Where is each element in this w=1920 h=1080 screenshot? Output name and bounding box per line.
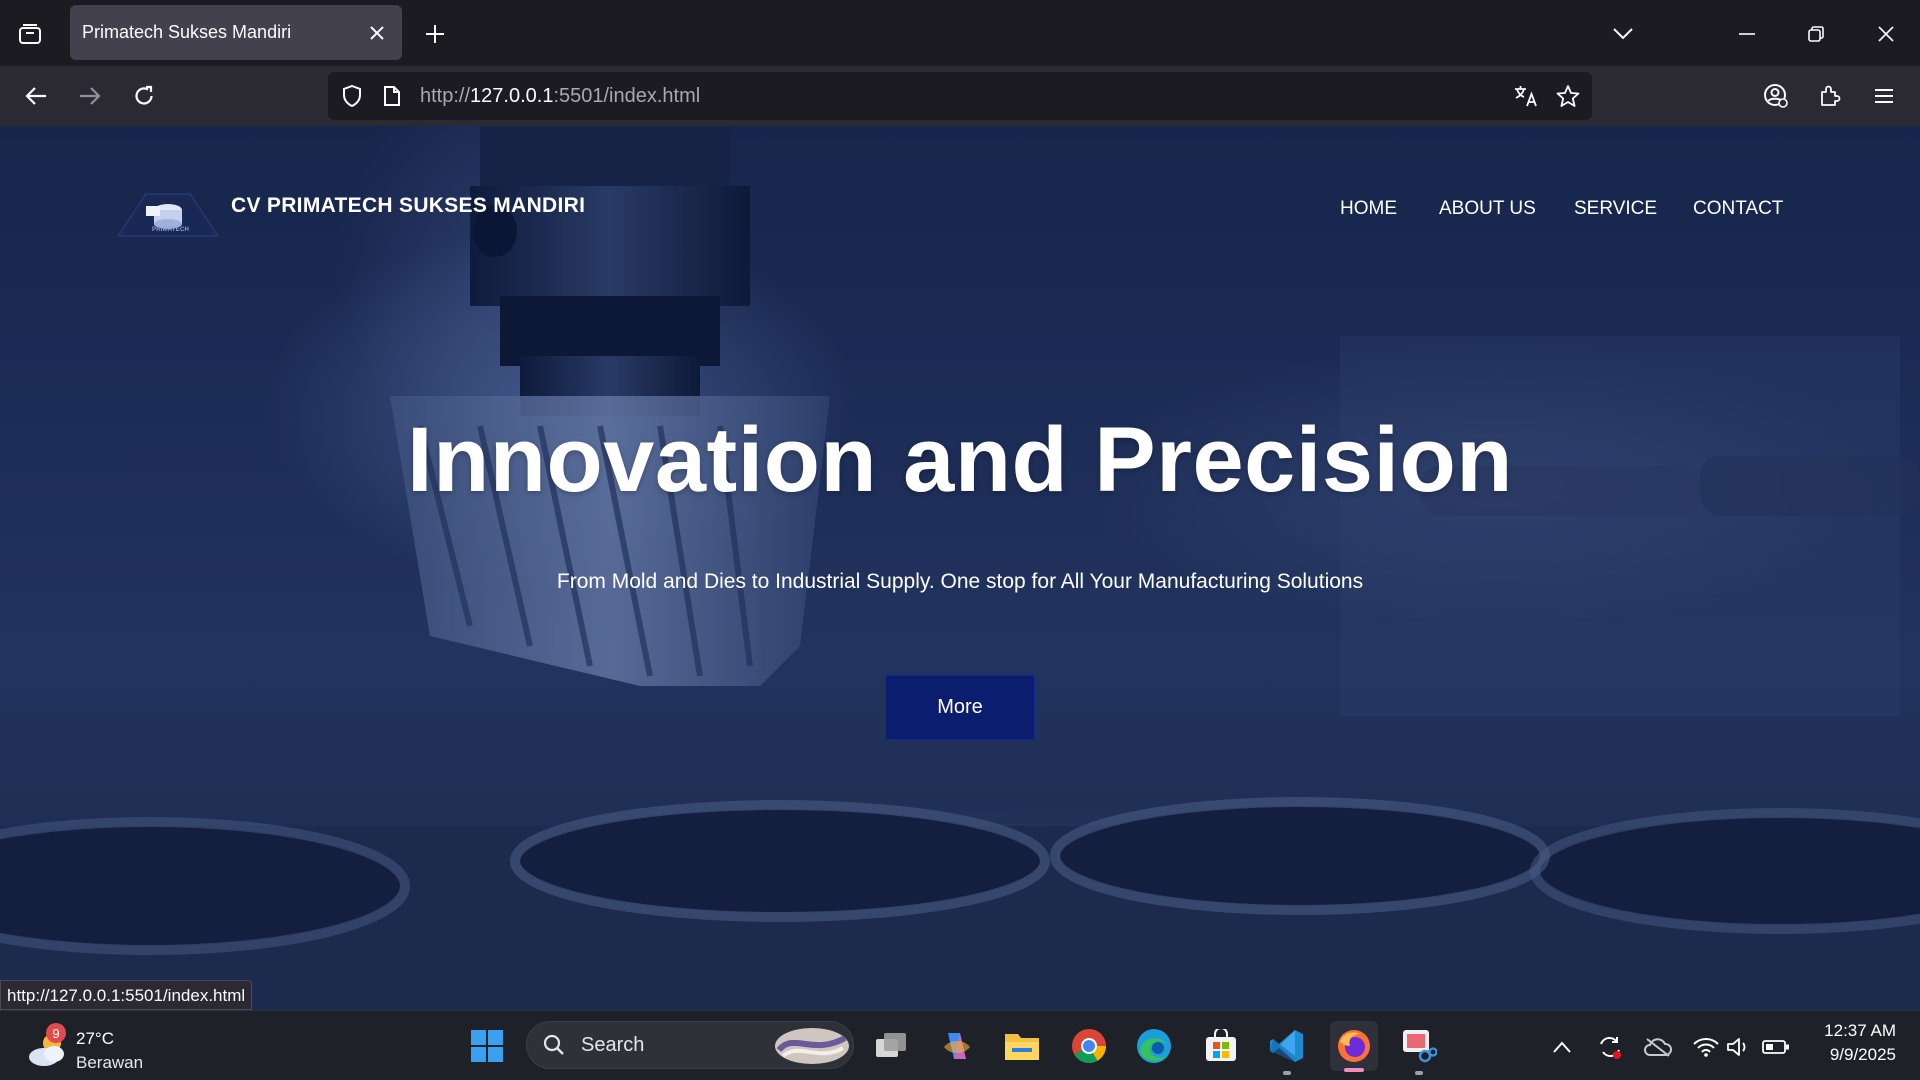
weather-description: Berawan [76, 1053, 144, 1072]
show-hidden-icons-chevron-icon[interactable] [1548, 1033, 1576, 1061]
hero-overlay [0, 126, 1920, 1010]
vscode-icon[interactable] [1266, 1025, 1308, 1075]
url-scheme: http:// [420, 85, 471, 107]
file-explorer-icon[interactable] [1001, 1025, 1043, 1067]
brand-name[interactable]: CV PRIMATECH SUKSES MANDIRI [231, 194, 585, 218]
nav-service-link[interactable]: SERVICE [1574, 198, 1657, 220]
copilot-icon[interactable] [936, 1025, 978, 1067]
battery-icon[interactable] [1762, 1033, 1790, 1061]
url-bar[interactable]: http://127.0.0.1:5501/index.html [328, 72, 1592, 120]
snipping-tool-icon[interactable] [1398, 1025, 1440, 1075]
volume-icon[interactable] [1725, 1033, 1753, 1061]
nav-contact-link[interactable]: CONTACT [1693, 198, 1783, 220]
active-tab[interactable]: Primatech Sukses Mandiri [70, 5, 402, 60]
chrome-icon[interactable] [1068, 1025, 1110, 1067]
search-highlight-image-icon [775, 1028, 849, 1064]
nav-about-us-link[interactable]: ABOUT US [1439, 198, 1536, 220]
translate-icon[interactable] [1512, 82, 1540, 110]
url-text[interactable]: http://127.0.0.1:5501/index.html [420, 85, 700, 108]
extensions-icon[interactable] [1812, 78, 1848, 114]
firefox-icon[interactable] [1330, 1021, 1378, 1072]
link-status-tooltip: http://127.0.0.1:5501/index.html [0, 980, 253, 1010]
close-window-icon[interactable] [1868, 16, 1904, 52]
minimize-icon[interactable] [1729, 16, 1765, 52]
onedrive-cloud-icon[interactable] [1644, 1033, 1672, 1061]
sync-icon[interactable] [1596, 1033, 1624, 1061]
logo-text: PRIMATECH [152, 227, 190, 233]
url-path: :5501/index.html [553, 85, 701, 107]
tab-strip: Primatech Sukses Mandiri [0, 0, 1920, 66]
reload-icon[interactable] [126, 78, 162, 114]
weather-widget[interactable]: 9 27°C Berawan [26, 1023, 166, 1072]
weather-temperature: 27°C [76, 1029, 114, 1048]
tracking-protection-shield-icon[interactable] [338, 82, 366, 110]
task-view-icon[interactable] [870, 1025, 912, 1067]
tab-list-icon[interactable] [14, 18, 46, 50]
more-button[interactable]: More [885, 675, 1035, 740]
microsoft-store-icon[interactable] [1200, 1025, 1242, 1067]
forward-arrow-icon[interactable] [72, 78, 108, 114]
taskbar-search-box[interactable]: Search [526, 1021, 854, 1069]
search-label: Search [581, 1034, 645, 1056]
clock-time[interactable]: 12:37 AM [1800, 1021, 1896, 1041]
snipping-running-indicator [1415, 1071, 1423, 1075]
firefox-active-indicator [1344, 1068, 1364, 1072]
edge-icon[interactable] [1133, 1025, 1175, 1067]
page-info-icon[interactable] [378, 82, 406, 110]
hero-subtitle: From Mold and Dies to Industrial Supply.… [556, 570, 1364, 593]
menu-hamburger-icon[interactable] [1866, 78, 1902, 114]
search-icon [543, 1034, 564, 1055]
hero-title: Innovation and Precision [407, 409, 1513, 511]
nav-home-link[interactable]: HOME [1340, 198, 1397, 220]
restore-icon[interactable] [1798, 16, 1834, 52]
url-host: 127.0.0.1 [470, 85, 554, 107]
vscode-running-indicator [1283, 1071, 1291, 1075]
back-arrow-icon[interactable] [18, 78, 54, 114]
list-all-tabs-chevron-icon[interactable] [1605, 16, 1641, 52]
navigation-toolbar: http://127.0.0.1:5501/index.html [0, 66, 1920, 126]
tab-close-icon[interactable] [362, 18, 392, 48]
bookmark-star-icon[interactable] [1554, 82, 1582, 110]
clock-date[interactable]: 9/9/2025 [1800, 1045, 1896, 1065]
hero-section: PRIMATECH CV PRIMATECH SUKSES MANDIRI HO… [0, 126, 1920, 1010]
wifi-icon[interactable] [1692, 1033, 1720, 1061]
weather-notification-badge: 9 [46, 1023, 66, 1043]
account-icon[interactable] [1758, 78, 1794, 114]
brand-logo[interactable]: PRIMATECH [116, 188, 220, 238]
start-windows-icon[interactable] [466, 1025, 508, 1067]
windows-taskbar: 9 27°C Berawan Search 12:37 AM 9/9/2025 [0, 1010, 1920, 1080]
new-tab-icon[interactable] [418, 17, 452, 51]
tab-title: Primatech Sukses Mandiri [82, 22, 292, 42]
